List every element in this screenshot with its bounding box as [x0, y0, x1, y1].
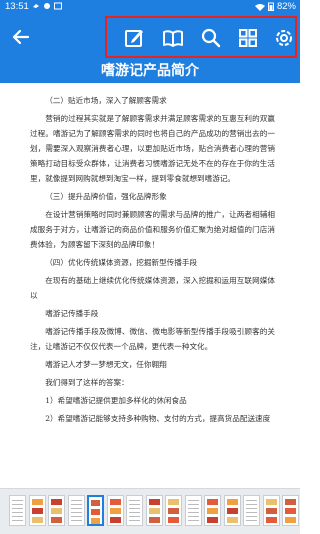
page-thumbnail[interactable]: [262, 495, 280, 526]
edit-icon[interactable]: [123, 27, 145, 49]
image-icon: [54, 2, 62, 10]
notification-icon: [44, 3, 50, 9]
battery-level: 82%: [276, 1, 296, 12]
page-thumbnail[interactable]: [48, 495, 65, 526]
toolbar: [0, 14, 300, 61]
paragraph: （三）提升品牌价值，强化品牌形象: [45, 192, 167, 201]
page-thumbnail[interactable]: [243, 495, 260, 526]
page-thumbnail[interactable]: [126, 495, 143, 526]
document-title: 嗜游记产品简介: [0, 61, 300, 83]
grid-icon[interactable]: [237, 27, 259, 49]
settings-icon[interactable]: [273, 27, 295, 49]
status-icons: [32, 2, 62, 10]
status-bar: 13:51 82%: [0, 0, 300, 14]
paragraph: 2）希望嗜游记能够支持多种购物、支付的方式，提高货品配送速度: [45, 414, 271, 423]
page-thumbnail[interactable]: [145, 495, 163, 526]
page-thumbnail[interactable]: [282, 495, 299, 526]
paragraph: （二）贴近市场，深入了解顾客需求: [45, 96, 167, 105]
book-icon[interactable]: [162, 27, 184, 49]
status-time: 13:51: [5, 1, 29, 12]
document-body: （二）贴近市场，深入了解顾客需求 营销的过程其实就是了解顾客需求并满足顾客需求的…: [30, 93, 275, 429]
status-right: 82%: [254, 1, 296, 12]
paragraph: 嗜游记传播手段及微博、微信、微电影等新型传播手段吸引顾客的关注，让嗜游记不仅仅代…: [30, 327, 275, 351]
page-thumbnail[interactable]: [28, 495, 46, 526]
wifi-icon: [254, 3, 265, 11]
page-thumbnail[interactable]: [204, 495, 221, 526]
page-thumbnail[interactable]: [223, 495, 241, 526]
back-icon[interactable]: [10, 26, 32, 48]
paragraph: 我们得到了这样的答案：: [45, 378, 129, 387]
paragraph: 在现有的基础上继续优化传统媒体资源，深入挖掘和运用互联网媒体以: [30, 276, 275, 300]
paragraph: 营销的过程其实就是了解顾客需求并满足顾客需求的互惠互利的双赢过程。嗜游记为了解顾…: [30, 114, 275, 183]
paragraph: 嗜游记传播手段: [45, 309, 99, 318]
paragraph: （四）优化传统媒体资源，挖掘新型传播手段: [45, 258, 198, 267]
page-thumbnail[interactable]: [184, 495, 202, 526]
page-thumbnail[interactable]: [67, 495, 85, 526]
paragraph: 嗜游记人才梦一梦想无文，任你翱翔: [45, 360, 167, 369]
page-thumbnail[interactable]: [165, 495, 182, 526]
page-thumbnail-strip[interactable]: [0, 488, 300, 534]
search-icon[interactable]: [200, 27, 222, 49]
toolbar-actions: [105, 16, 297, 58]
bird-icon: [33, 4, 39, 8]
paragraph: 1）希望嗜游记提供更加多样化的休闲食品: [45, 396, 187, 405]
page-thumbnail[interactable]: [9, 495, 26, 526]
page-thumbnail[interactable]: [87, 495, 104, 526]
battery-icon: [267, 2, 274, 11]
paragraph: 在设计营销策略时同时兼顾顾客的需求与品牌的推广，让两者相辅相成服务于对方，让嗜游…: [30, 210, 275, 249]
document-view[interactable]: （二）贴近市场，深入了解顾客需求 营销的过程其实就是了解顾客需求并满足顾客需求的…: [0, 83, 300, 488]
page-thumbnail[interactable]: [106, 495, 124, 526]
